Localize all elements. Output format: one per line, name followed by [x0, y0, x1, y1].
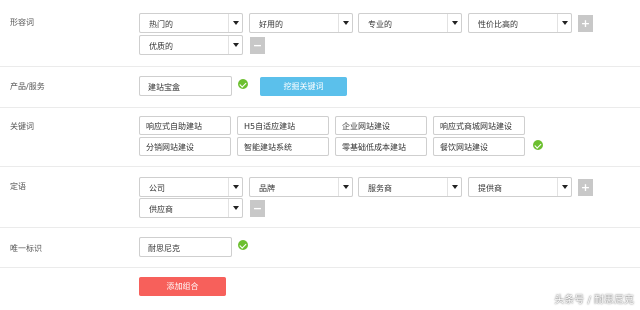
- adjective-select-1[interactable]: 热门的: [139, 13, 243, 33]
- keyword-chip[interactable]: H5自适应建站: [237, 116, 329, 135]
- unique-id-input-value: 耐思尼克: [148, 244, 180, 253]
- watermark: 头条号 / 耐思尼克: [554, 295, 634, 306]
- keyword-chip[interactable]: 响应式自助建站: [139, 116, 231, 135]
- product-input-value: 建站宝盒: [148, 83, 180, 92]
- keyword-chip-text: 响应式商城网站建设: [440, 122, 512, 131]
- adjective-select-value: 热门的: [149, 20, 173, 29]
- divider: [0, 227, 640, 228]
- adjective-select-5[interactable]: 优质的: [139, 35, 243, 55]
- keyword-chip-text: 响应式自助建站: [146, 122, 202, 131]
- divider: [0, 267, 640, 268]
- adjective-select-value: 性价比高的: [478, 20, 518, 29]
- product-input[interactable]: 建站宝盒: [139, 76, 232, 96]
- unique-id-input[interactable]: 耐思尼克: [139, 237, 232, 257]
- modifier-select-4[interactable]: 提供商: [468, 177, 572, 197]
- keyword-chip-text: 餐饮网站建设: [440, 143, 488, 152]
- check-icon: [533, 140, 543, 150]
- adjective-select-3[interactable]: 专业的: [358, 13, 462, 33]
- chevron-down-icon: [228, 199, 242, 217]
- chevron-down-icon: [228, 14, 242, 32]
- keyword-chip-text: 分销网站建设: [146, 143, 194, 152]
- chevron-down-icon: [557, 14, 571, 32]
- keyword-chip-text: H5自适应建站: [244, 122, 296, 131]
- remove-modifier-button[interactable]: −: [250, 200, 265, 217]
- keyword-chip[interactable]: 分销网站建设: [139, 137, 231, 156]
- keyword-chip[interactable]: 智能建站系统: [237, 137, 329, 156]
- divider: [0, 66, 640, 67]
- adjective-select-value: 好用的: [259, 20, 283, 29]
- modifier-select-value: 服务商: [368, 184, 392, 193]
- product-label: 产品/服务: [10, 82, 45, 91]
- check-icon: [238, 79, 248, 89]
- chevron-down-icon: [447, 178, 461, 196]
- add-adjective-button[interactable]: +: [578, 15, 593, 32]
- check-icon: [238, 240, 248, 250]
- adjective-select-2[interactable]: 好用的: [249, 13, 353, 33]
- modifiers-label: 定语: [10, 182, 26, 191]
- modifier-select-value: 提供商: [478, 184, 502, 193]
- divider: [0, 166, 640, 167]
- chevron-down-icon: [557, 178, 571, 196]
- keyword-chip[interactable]: 零基础低成本建站: [335, 137, 427, 156]
- modifier-select-3[interactable]: 服务商: [358, 177, 462, 197]
- unique-id-label: 唯一标识: [10, 244, 42, 253]
- modifier-select-value: 公司: [149, 184, 165, 193]
- keywords-label: 关键词: [10, 122, 34, 131]
- adjective-select-value: 优质的: [149, 42, 173, 51]
- keyword-chip-text: 零基础低成本建站: [342, 143, 406, 152]
- adjective-select-value: 专业的: [368, 20, 392, 29]
- add-modifier-button[interactable]: +: [578, 179, 593, 196]
- modifier-select-5[interactable]: 供应商: [139, 198, 243, 218]
- modifier-select-value: 供应商: [149, 205, 173, 214]
- keyword-chip[interactable]: 企业网站建设: [335, 116, 427, 135]
- modifier-select-value: 品牌: [259, 184, 275, 193]
- keyword-chip-text: 智能建站系统: [244, 143, 292, 152]
- adjective-select-4[interactable]: 性价比高的: [468, 13, 572, 33]
- modifier-select-2[interactable]: 品牌: [249, 177, 353, 197]
- chevron-down-icon: [338, 14, 352, 32]
- add-group-button[interactable]: 添加组合: [139, 277, 226, 296]
- chevron-down-icon: [228, 178, 242, 196]
- keyword-chip[interactable]: 响应式商城网站建设: [433, 116, 525, 135]
- modifier-select-1[interactable]: 公司: [139, 177, 243, 197]
- keyword-chip[interactable]: 餐饮网站建设: [433, 137, 525, 156]
- chevron-down-icon: [447, 14, 461, 32]
- chevron-down-icon: [338, 178, 352, 196]
- chevron-down-icon: [228, 36, 242, 54]
- adjectives-label: 形容词: [10, 18, 34, 27]
- divider: [0, 107, 640, 108]
- keyword-chip-text: 企业网站建设: [342, 122, 390, 131]
- remove-adjective-button[interactable]: −: [250, 37, 265, 54]
- mine-keywords-button[interactable]: 挖掘关键词: [260, 77, 347, 96]
